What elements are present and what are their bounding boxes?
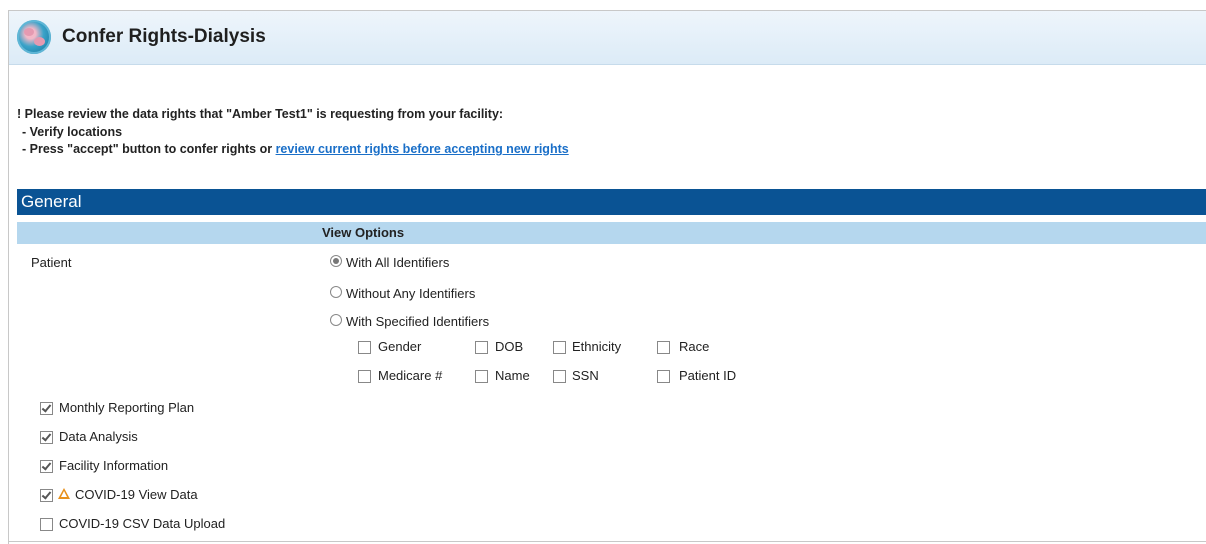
checkbox-monthly-reporting-plan[interactable] [40, 402, 53, 415]
radio-label-without-any-identifiers: Without Any Identifiers [346, 286, 476, 301]
section-header-general: General [17, 189, 1206, 215]
label-ethnicity: Ethnicity [572, 339, 622, 354]
label-monthly-reporting-plan: Monthly Reporting Plan [59, 400, 195, 415]
checkbox-ssn[interactable] [553, 370, 566, 383]
column-header-row: View Options [17, 222, 1206, 244]
label-ssn: SSN [572, 368, 599, 383]
radio-label-with-all-identifiers: With All Identifiers [346, 255, 450, 270]
checkbox-dob[interactable] [475, 341, 488, 354]
checkbox-data-analysis[interactable] [40, 431, 53, 444]
patient-label: Patient [31, 255, 72, 270]
checkbox-patient-id[interactable] [657, 370, 670, 383]
checkbox-covid-19-view-data[interactable] [40, 489, 53, 502]
label-gender: Gender [378, 339, 422, 354]
warning-icon [58, 488, 70, 499]
checkbox-facility-information[interactable] [40, 460, 53, 473]
checkbox-gender[interactable] [358, 341, 371, 354]
label-medicare: Medicare # [378, 368, 443, 383]
label-dob: DOB [495, 339, 524, 354]
checkbox-covid-19-csv-data-upload[interactable] [40, 518, 53, 531]
review-message: ! Please review the data rights that "Am… [17, 107, 504, 121]
radio-label-with-specified-identifiers: With Specified Identifiers [346, 314, 490, 329]
accept-instruction: - Press "accept" button to confer rights… [22, 142, 569, 156]
checkbox-name[interactable] [475, 370, 488, 383]
label-name: Name [495, 368, 530, 383]
checkbox-medicare[interactable] [358, 370, 371, 383]
checkbox-ethnicity[interactable] [553, 341, 566, 354]
checkbox-race[interactable] [657, 341, 670, 354]
page-frame [8, 10, 1206, 544]
page-title: Confer Rights-Dialysis [62, 26, 266, 47]
accept-instruction-text: - Press "accept" button to confer rights… [22, 142, 276, 156]
title-bar: Confer Rights-Dialysis [9, 11, 1206, 65]
nhsn-logo-icon [17, 20, 51, 54]
label-data-analysis: Data Analysis [59, 429, 138, 444]
label-facility-information: Facility Information [59, 458, 169, 473]
radio-without-any-identifiers[interactable] [330, 286, 342, 298]
radio-with-all-identifiers[interactable] [330, 255, 342, 267]
bottom-border [8, 541, 1206, 542]
view-options-header: View Options [322, 225, 405, 240]
review-current-rights-link[interactable]: review current rights before accepting n… [276, 142, 569, 156]
verify-locations-text: - Verify locations [22, 125, 123, 139]
label-patient-id: Patient ID [679, 368, 737, 383]
radio-with-specified-identifiers[interactable] [330, 314, 342, 326]
label-covid-19-view-data: COVID-19 View Data [75, 487, 198, 502]
label-covid-19-csv-data-upload: COVID-19 CSV Data Upload [59, 516, 226, 531]
label-race: Race [679, 339, 710, 354]
